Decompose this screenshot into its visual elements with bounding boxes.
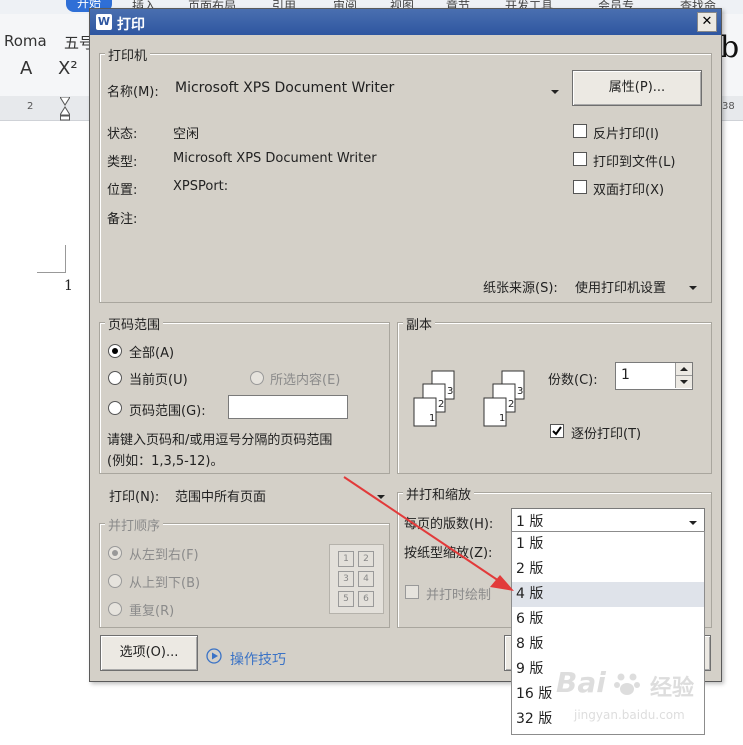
location-value: XPSPort: [173,179,229,194]
baidu-watermark: Bai 经验 jingyan.baidu.com [552,662,742,732]
all-pages-radio[interactable] [108,344,122,358]
collate-checkbox[interactable] [550,424,564,438]
print-what-select[interactable]: 范围中所有页面 [175,486,266,505]
top-to-bottom-radio[interactable] [108,574,122,588]
bg-glyph: b [720,30,740,65]
printer-name-label: 名称(M): [107,85,159,100]
print-to-file-label: 打印到文件(L) [593,155,676,170]
page-range-label: 页码范围(G): [129,404,206,419]
print-to-file-checkbox[interactable] [573,152,587,166]
top-to-bottom-label: 从上到下(B) [129,576,201,591]
options-button[interactable]: 选项(O)... [100,635,198,671]
paper-source-label: 纸张来源(S): [483,281,558,296]
comment-label: 备注: [107,212,138,227]
chevron-down-icon[interactable] [688,281,698,290]
type-value: Microsoft XPS Document Writer [173,151,377,166]
repeat-label: 重复(R) [129,604,175,619]
dialog-title-bar[interactable]: W 打印 ✕ [90,9,721,35]
bg-font-name[interactable]: Roma [4,32,47,50]
order-group-title: 并打顺序 [105,515,164,534]
spinner-up-icon[interactable] [675,363,692,376]
type-label: 类型: [107,155,138,170]
left-to-right-label: 从左到右(F) [129,548,199,563]
dropdown-option[interactable]: 6 版 [512,607,704,632]
watermark-brand-2: 经验 [650,676,695,701]
page-number: 1 [64,278,73,294]
bg-ruler-number: 2 [27,101,34,112]
annotation-arrow-icon [343,476,514,591]
copies-value: 1 [621,367,630,383]
dropdown-option[interactable]: 2 版 [512,557,704,582]
chevron-down-icon[interactable] [550,85,560,94]
printer-name-select[interactable]: Microsoft XPS Document Writer [175,80,394,96]
close-icon: ✕ [701,14,713,29]
pages-per-sheet-select[interactable]: 1 版 [511,508,705,532]
current-page-label: 当前页(U) [129,373,188,388]
bg-indent-marker-icon[interactable] [59,96,71,121]
dialog-title: 打印 [117,17,145,33]
page-range-example: (例如：1,3,5-12)。 [107,454,224,469]
all-pages-label: 全部(A) [129,346,175,361]
page-range-hint: 请键入页码和/或用逗号分隔的页码范围 [107,433,333,448]
collate-label: 逐份打印(T) [571,427,642,442]
chevron-down-icon[interactable] [688,516,698,525]
wps-logo-icon: W [96,14,112,30]
page-range-radio[interactable] [108,401,122,415]
bg-ruler-number: 38 [722,101,735,112]
copies-group-title: 副本 [403,314,436,333]
paper-source-select[interactable]: 使用打印机设置 [575,277,666,296]
close-button[interactable]: ✕ [697,12,717,32]
page-corner-mark [65,245,66,273]
watermark-url: jingyan.baidu.com [574,708,685,722]
play-circle-icon[interactable] [206,648,222,664]
selection-radio[interactable] [250,371,264,385]
dropdown-option[interactable]: 8 版 [512,632,704,657]
tips-link[interactable]: 操作技巧 [230,649,286,669]
spinner-down-icon[interactable] [675,376,692,388]
copies-spinner[interactable]: 1 [615,362,693,390]
properties-button[interactable]: 属性(P)... [572,70,702,106]
page-range-group-title: 页码范围 [105,314,164,333]
watermark-brand: Bai [556,666,606,699]
repeat-radio[interactable] [108,602,122,616]
duplex-print-label: 双面打印(X) [593,183,665,198]
reverse-print-label: 反片打印(I) [593,127,659,142]
uncollated-pages-icon: 3 2 1 [412,367,462,433]
status-value: 空闲 [173,127,200,142]
copies-label: 份数(C): [548,373,598,388]
reverse-print-checkbox[interactable] [573,124,587,138]
location-label: 位置: [107,183,138,198]
bg-font-color-icon[interactable]: A [20,58,32,79]
bg-superscript-icon[interactable]: X² [58,58,78,79]
paw-icon [614,670,640,696]
page-corner-mark [37,272,65,273]
duplex-print-checkbox[interactable] [573,180,587,194]
status-label: 状态: [107,127,138,142]
current-page-radio[interactable] [108,371,122,385]
page-range-input[interactable] [228,395,348,419]
collated-pages-icon: 3 2 1 [482,367,532,433]
print-what-label: 打印(N): [109,490,160,505]
selection-label: 所选内容(E) [270,373,341,388]
printer-group-title: 打印机 [105,45,151,64]
dropdown-option-highlighted[interactable]: 4 版 [512,582,704,607]
dropdown-option[interactable]: 1 版 [512,532,704,557]
left-to-right-radio[interactable] [108,546,122,560]
